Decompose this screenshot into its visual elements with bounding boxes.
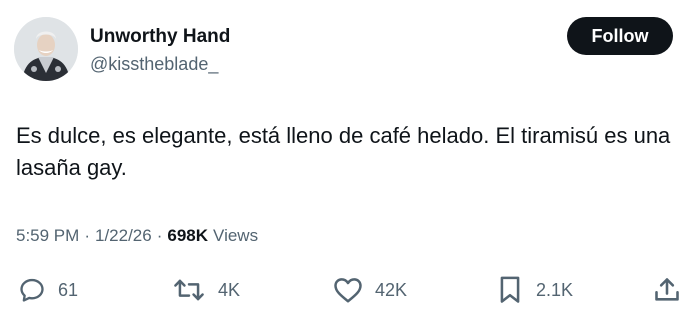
avatar[interactable] xyxy=(14,17,78,81)
like-count: 42K xyxy=(375,279,408,300)
like-button[interactable]: 42K xyxy=(333,272,407,308)
meta-separator: · xyxy=(156,226,163,245)
handle[interactable]: @kisstheblade_ xyxy=(90,54,218,75)
reply-icon xyxy=(18,276,46,304)
reply-button[interactable]: 61 xyxy=(18,272,78,308)
repost-button[interactable]: 4K xyxy=(172,272,240,308)
repost-count: 4K xyxy=(218,279,241,300)
share-icon xyxy=(653,276,681,304)
share-button[interactable] xyxy=(653,272,681,308)
bookmark-button[interactable]: 2.1K xyxy=(496,272,573,308)
display-name[interactable]: Unworthy Hand xyxy=(90,26,230,48)
meta-separator: · xyxy=(84,226,90,245)
action-bar: 61 4K 42K 2.1K xyxy=(0,272,700,308)
bookmark-icon xyxy=(496,275,524,305)
avatar-image xyxy=(14,17,78,81)
tweet-date[interactable]: 1/22/26 xyxy=(95,226,152,246)
tweet-meta: 5:59 PM · 1/22/26 · 698K Views xyxy=(16,226,258,246)
tweet-text: Es dulce, es elegante, está lleno de caf… xyxy=(16,123,671,180)
tweet-time[interactable]: 5:59 PM xyxy=(16,226,79,246)
bookmark-count: 2.1K xyxy=(536,279,574,300)
reply-count: 61 xyxy=(58,279,79,300)
follow-button[interactable]: Follow xyxy=(567,17,673,55)
views-label: Views xyxy=(213,226,259,245)
heart-icon xyxy=(333,276,363,304)
repost-icon xyxy=(172,276,206,304)
views-count: 698K xyxy=(167,226,209,245)
